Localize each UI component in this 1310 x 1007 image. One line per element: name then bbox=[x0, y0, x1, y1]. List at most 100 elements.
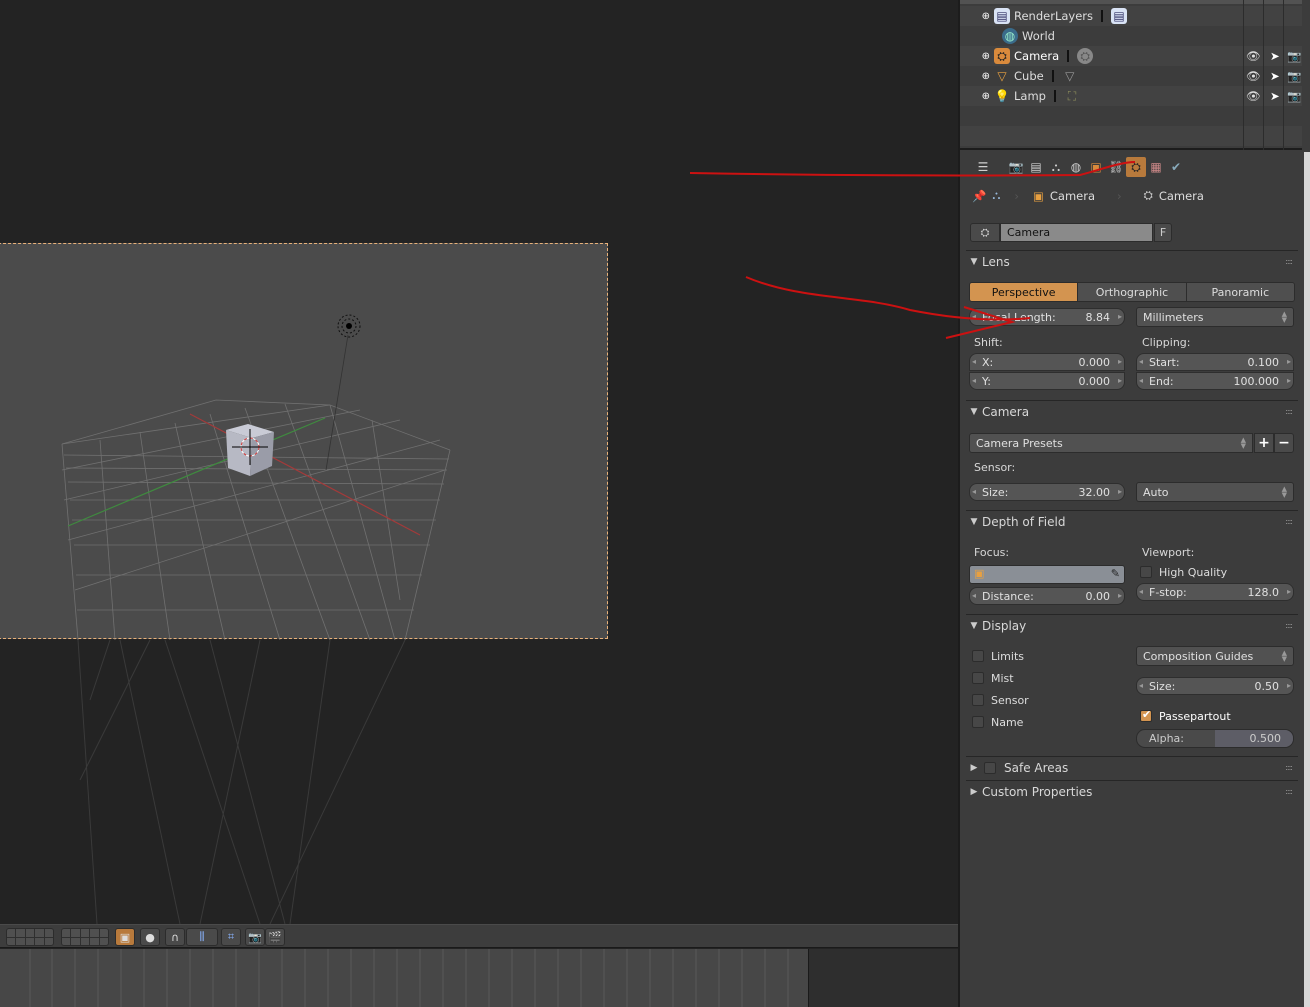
drag-grip-icon[interactable]: :::: bbox=[1285, 763, 1293, 772]
proportional-edit-button[interactable]: ● bbox=[140, 928, 160, 946]
editor-type-menu-icon[interactable]: ☰ bbox=[970, 157, 996, 177]
safe-areas-checkbox[interactable] bbox=[984, 761, 996, 774]
clapper-icon: 🎬 bbox=[268, 930, 282, 944]
expand-icon[interactable]: ⊕ bbox=[960, 51, 990, 62]
eyedropper-icon[interactable]: ✎ bbox=[1111, 567, 1120, 580]
dof-distance-field[interactable]: Distance: 0.00 bbox=[969, 587, 1125, 605]
snap-element-dropdown[interactable]: ⫼ bbox=[186, 928, 218, 946]
drag-grip-icon[interactable]: :::: bbox=[1285, 257, 1293, 266]
passepartout-checkbox[interactable] bbox=[1140, 708, 1152, 722]
sensor-checkbox[interactable] bbox=[972, 694, 984, 706]
sensor-size-field[interactable]: Size: 32.00 bbox=[969, 483, 1125, 501]
3d-viewport[interactable] bbox=[0, 0, 958, 924]
add-preset-button[interactable]: + bbox=[1254, 433, 1274, 453]
name-checkbox[interactable] bbox=[972, 716, 984, 728]
drag-grip-icon[interactable]: :::: bbox=[1285, 787, 1293, 796]
sensor-fit-dropdown[interactable]: Auto ▲ ▼ bbox=[1136, 482, 1294, 502]
world-tab[interactable]: ◍ bbox=[1066, 157, 1086, 177]
panel-title: Camera bbox=[982, 404, 1030, 419]
display-panel-header[interactable]: ▼ Display :::: bbox=[966, 614, 1298, 636]
world-icon: ◍ bbox=[1002, 28, 1018, 44]
outliner-row[interactable]: ⊕ ⛭ Camera ⛭ 👁 ➤ 📷 bbox=[960, 46, 1302, 66]
pin-icon[interactable]: 📌 bbox=[972, 189, 986, 203]
outliner-item-label: Lamp bbox=[1014, 89, 1046, 103]
orthographic-button[interactable]: Orthographic bbox=[1078, 283, 1187, 301]
renderable-camera-icon[interactable]: 📷 bbox=[1287, 69, 1301, 83]
fstop-field[interactable]: F-stop: 128.0 bbox=[1136, 583, 1294, 601]
safe-areas-panel-header[interactable]: ▶ Safe Areas :::: bbox=[966, 756, 1298, 778]
layer-buttons-1[interactable] bbox=[6, 928, 54, 946]
composition-guides-dropdown[interactable]: Composition Guides ▲ ▼ bbox=[1136, 646, 1294, 666]
passepartout-alpha-slider[interactable]: Alpha: 0.500 bbox=[1136, 729, 1294, 748]
clip-end-field[interactable]: End: 100.000 bbox=[1136, 372, 1294, 390]
timeline-out-of-range bbox=[808, 949, 958, 1007]
outliner[interactable]: ⊕ ▤ RenderLayers ▤ ◍ World ⊕ ⛭ Camera ⛭ … bbox=[960, 0, 1302, 150]
layer-buttons-2[interactable] bbox=[61, 928, 109, 946]
snap-target-button[interactable]: ⌗ bbox=[221, 928, 241, 946]
object-tab[interactable]: ▣ bbox=[1086, 157, 1106, 177]
scene-tab[interactable]: ⛬ bbox=[1046, 157, 1066, 177]
expand-icon[interactable]: ⊕ bbox=[960, 11, 990, 22]
outliner-row[interactable]: ⊕ ▽ Cube ▽ 👁 ➤ 📷 bbox=[960, 66, 1302, 86]
shift-y-field[interactable]: Y: 0.000 bbox=[969, 372, 1125, 390]
visibility-eye-icon[interactable]: 👁 bbox=[1246, 49, 1261, 63]
outliner-row[interactable]: ◍ World bbox=[960, 26, 1302, 46]
shift-x-field[interactable]: X: 0.000 bbox=[969, 353, 1125, 371]
fake-user-button[interactable]: F bbox=[1154, 223, 1172, 242]
expand-icon[interactable]: ⊕ bbox=[960, 71, 990, 82]
renderable-camera-icon[interactable]: 📷 bbox=[1287, 89, 1301, 103]
column-divider bbox=[1283, 0, 1284, 150]
focus-object-field[interactable]: ▣ ✎ bbox=[969, 565, 1125, 584]
snap-toggle-button[interactable]: ∩ bbox=[165, 928, 185, 946]
outliner-row[interactable]: ⊕ ▤ RenderLayers ▤ bbox=[960, 6, 1302, 26]
lens-unit-dropdown[interactable]: Millimeters ▲ ▼ bbox=[1136, 307, 1294, 327]
expand-icon[interactable]: ⊕ bbox=[960, 91, 990, 102]
texture-tab[interactable]: ▦ bbox=[1146, 157, 1166, 177]
opengl-render-image-button[interactable]: 📷 bbox=[245, 928, 265, 946]
camera-data-tab[interactable]: ⛭ bbox=[1126, 157, 1146, 177]
drag-grip-icon[interactable]: :::: bbox=[1285, 621, 1293, 630]
limits-checkbox[interactable] bbox=[972, 650, 984, 662]
panoramic-button[interactable]: Panoramic bbox=[1186, 283, 1294, 301]
opengl-render-animation-button[interactable]: 🎬 bbox=[265, 928, 285, 946]
render-tab[interactable]: 📷 bbox=[1006, 157, 1026, 177]
updown-arrows-icon: ▲ ▼ bbox=[1281, 485, 1287, 499]
magnet-icon: ∩ bbox=[170, 930, 180, 944]
visibility-eye-icon[interactable]: 👁 bbox=[1246, 69, 1261, 83]
constraints-icon: ⛓ bbox=[1108, 160, 1124, 174]
selectable-arrow-icon[interactable]: ➤ bbox=[1270, 69, 1280, 83]
focal-length-field[interactable]: Focal Length: 8.84 bbox=[969, 308, 1125, 326]
mist-checkbox[interactable] bbox=[972, 672, 984, 684]
lock-camera-layers-button[interactable]: ▣ bbox=[115, 928, 135, 946]
selectable-arrow-icon[interactable]: ➤ bbox=[1270, 89, 1280, 103]
properties-scrollbar[interactable] bbox=[1304, 152, 1310, 1007]
scene-settings-tab[interactable]: ✔ bbox=[1166, 157, 1186, 177]
expand-triangle-icon: ▶ bbox=[970, 786, 978, 797]
visibility-eye-icon[interactable]: 👁 bbox=[1246, 89, 1261, 103]
constraints-tab[interactable]: ⛓ bbox=[1106, 157, 1126, 177]
remove-preset-button[interactable]: − bbox=[1274, 433, 1294, 453]
renderable-camera-icon[interactable]: 📷 bbox=[1287, 49, 1301, 63]
camera-datablock-name[interactable]: Camera bbox=[1000, 223, 1153, 242]
properties-editor[interactable]: ☰ 📷 ▤ ⛬ ◍ ▣ ⛓ ⛭ ▦ ✔ 📌 ⛬ › ▣ Camera › ⛭ C… bbox=[960, 152, 1302, 1007]
outliner-row-scene[interactable] bbox=[960, 0, 1302, 4]
render-layers-icon: ▤ bbox=[1111, 8, 1127, 24]
lens-panel-header[interactable]: ▼ Lens :::: bbox=[966, 250, 1298, 272]
dof-panel-header[interactable]: ▼ Depth of Field :::: bbox=[966, 510, 1298, 532]
drag-grip-icon[interactable]: :::: bbox=[1285, 407, 1293, 416]
custom-properties-panel-header[interactable]: ▶ Custom Properties :::: bbox=[966, 780, 1298, 802]
outliner-row[interactable]: ⊕ 💡 Lamp ⛶ 👁 ➤ 📷 bbox=[960, 86, 1302, 106]
camera-panel-header[interactable]: ▼ Camera :::: bbox=[966, 400, 1298, 422]
drag-grip-icon[interactable]: :::: bbox=[1285, 517, 1293, 526]
field-value: 128.0 bbox=[1248, 586, 1291, 599]
selectable-arrow-icon[interactable]: ➤ bbox=[1270, 49, 1280, 63]
high-quality-checkbox[interactable] bbox=[1140, 566, 1152, 578]
separator bbox=[1053, 90, 1056, 102]
clip-start-field[interactable]: Start: 0.100 bbox=[1136, 353, 1294, 371]
timeline-area[interactable] bbox=[0, 949, 958, 1007]
camera-presets-dropdown[interactable]: Camera Presets ▲ ▼ bbox=[969, 433, 1253, 453]
render-layers-tab[interactable]: ▤ bbox=[1026, 157, 1046, 177]
camera-datablock-browse[interactable]: ⛭ bbox=[970, 223, 1000, 242]
perspective-button[interactable]: Perspective bbox=[970, 283, 1079, 301]
display-size-field[interactable]: Size: 0.50 bbox=[1136, 677, 1294, 695]
